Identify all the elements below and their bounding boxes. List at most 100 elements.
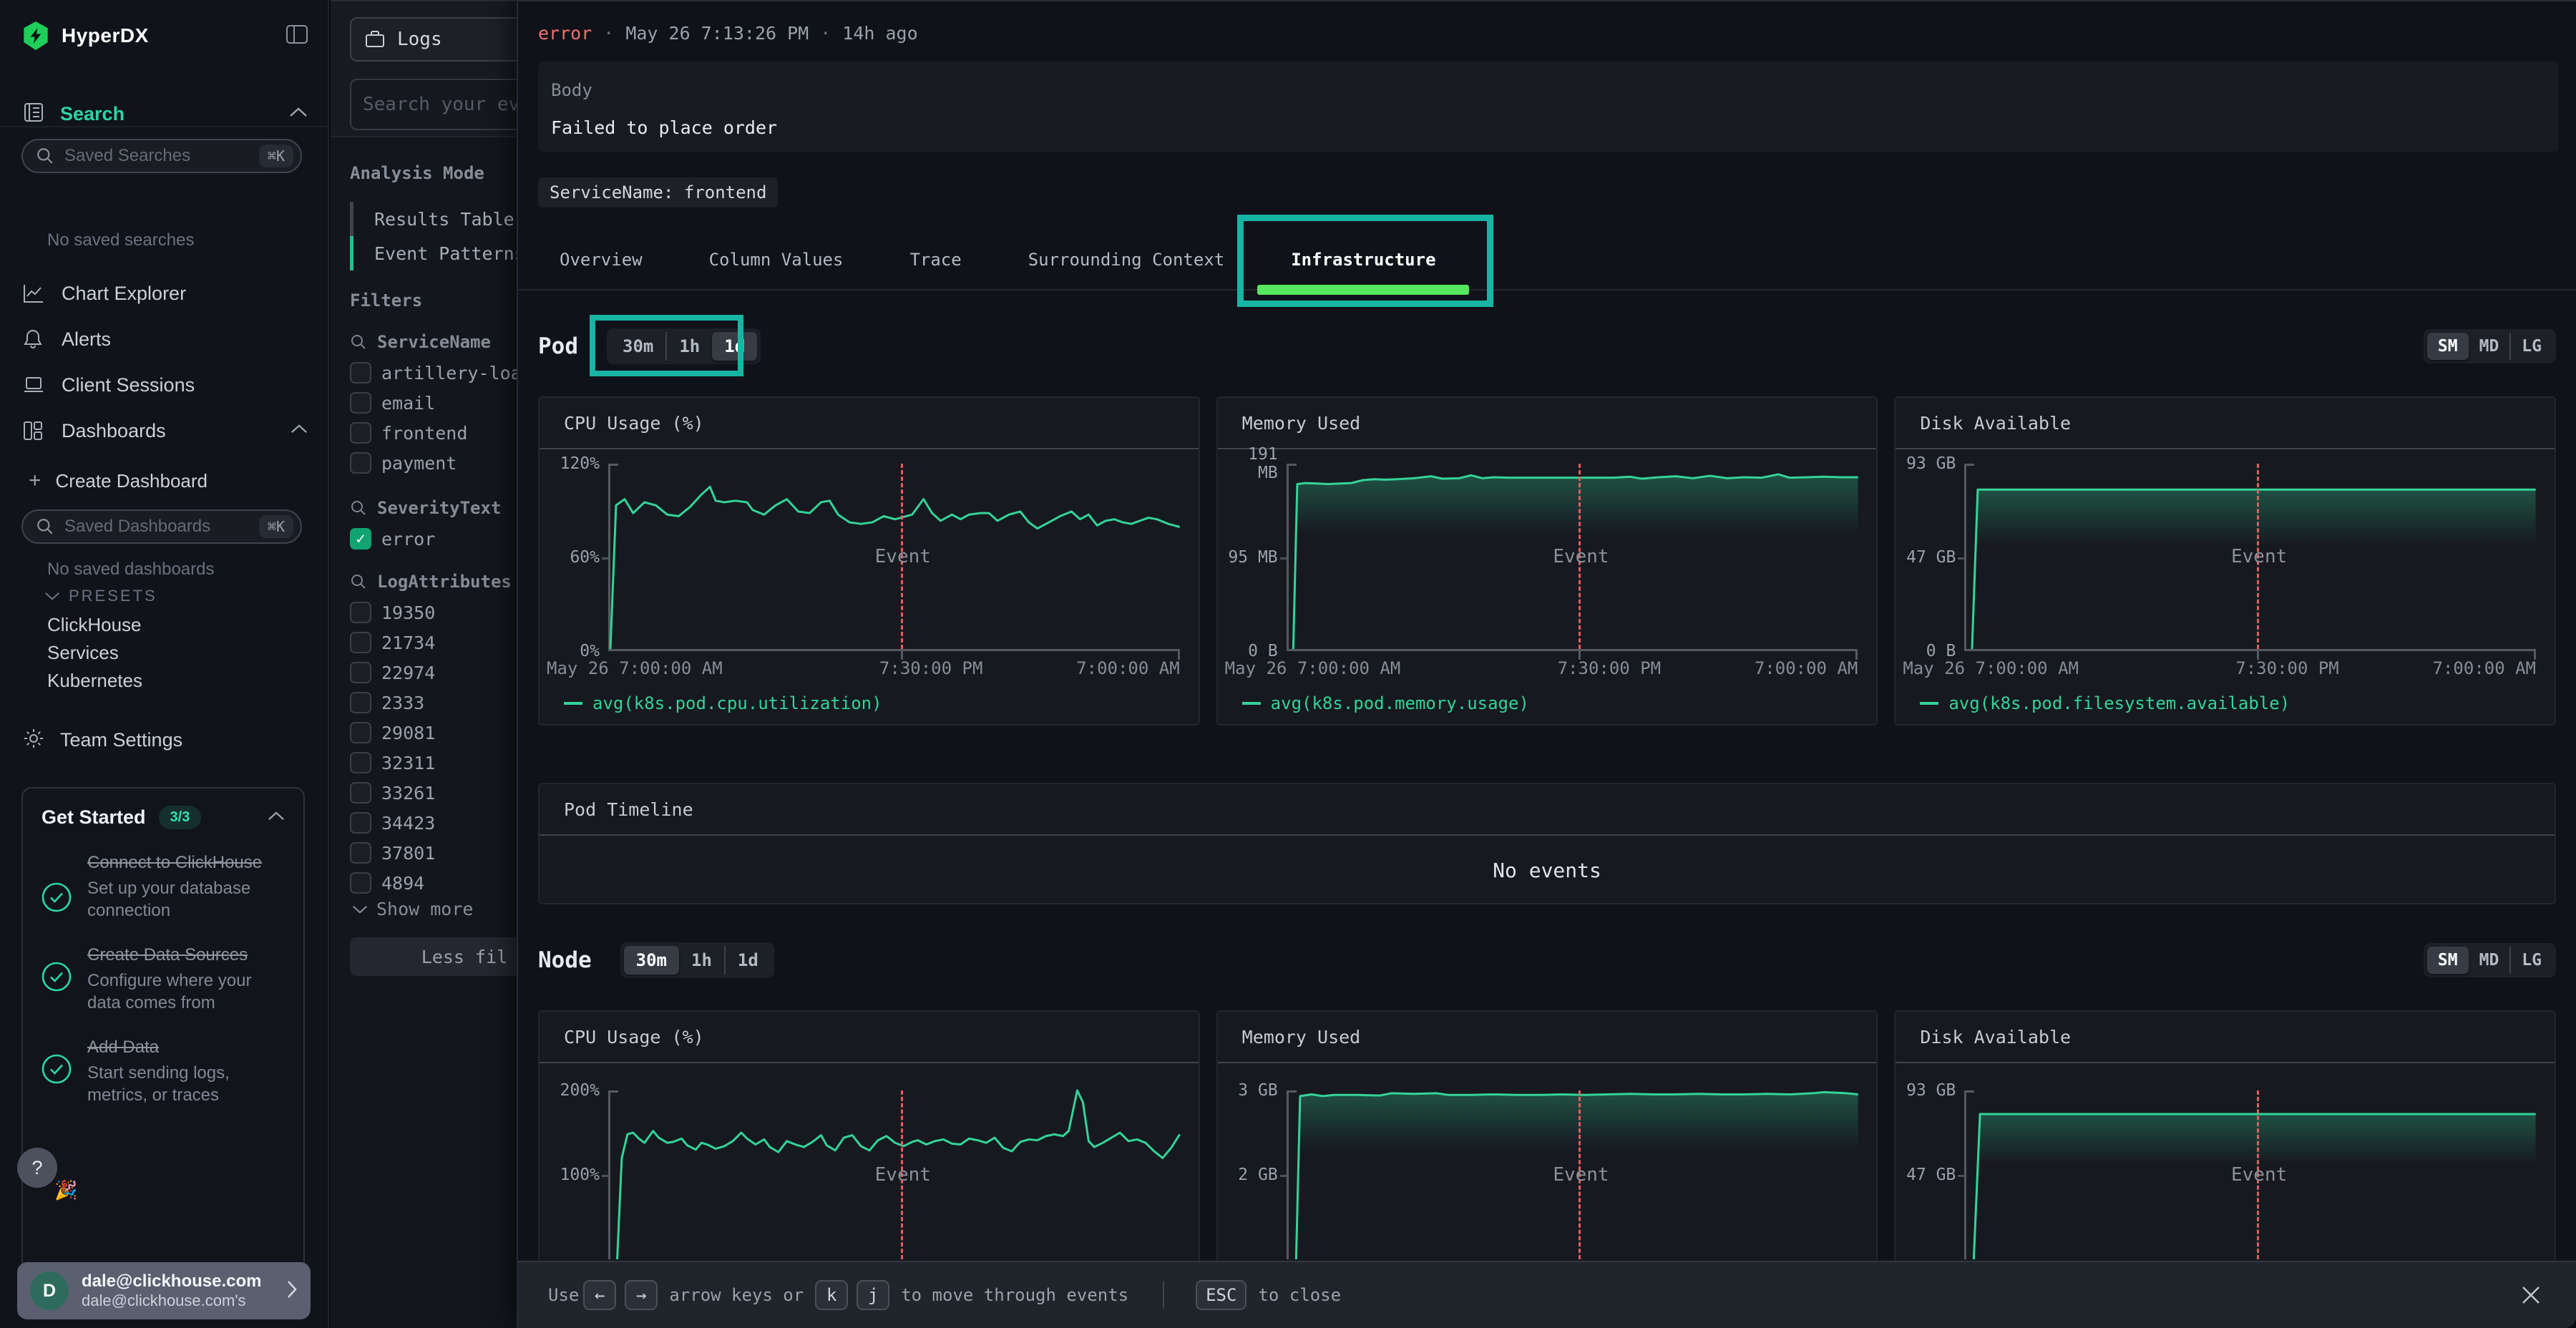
tab-infrastructure[interactable]: Infrastructure — [1291, 230, 1435, 289]
preset-services[interactable]: Services — [47, 639, 142, 667]
range-1d[interactable]: 1d — [712, 332, 757, 361]
chart-plot[interactable]: Event — [1287, 1090, 1858, 1259]
event-relative-time: 14h ago — [842, 23, 917, 44]
size-lg[interactable]: LG — [2509, 947, 2552, 974]
event-marker-line: Event — [1579, 464, 1581, 649]
chart-plot[interactable]: Event — [608, 464, 1180, 651]
checklist-item-desc: Set up your database connection — [87, 877, 268, 922]
avatar: D — [30, 1271, 69, 1310]
source-selector-button[interactable]: Logs — [350, 17, 537, 62]
checkbox — [350, 812, 371, 834]
size-md[interactable]: MD — [2469, 333, 2510, 360]
checklist-item[interactable]: Connect to ClickHouse Set up your databa… — [42, 851, 285, 922]
user-profile-button[interactable]: D dale@clickhouse.com dale@clickhouse.co… — [17, 1262, 311, 1319]
range-1d[interactable]: 1d — [724, 946, 771, 975]
chart-plot[interactable]: Event — [1964, 1090, 2536, 1259]
y-axis-labels: 93 GB47 GB — [1896, 1090, 1964, 1259]
shortcut-badge: ⌘K — [259, 145, 293, 167]
chart-title: Memory Used — [1242, 1027, 1361, 1048]
saved-searches-placeholder: Saved Searches — [64, 146, 259, 166]
checkbox — [350, 872, 371, 894]
chevron-down-icon — [44, 592, 60, 600]
checklist-item-title: Connect to ClickHouse — [87, 851, 268, 874]
sidebar-item-team-settings[interactable]: Team Settings — [23, 721, 182, 758]
close-icon[interactable] — [2520, 1284, 2542, 1306]
tab-overview[interactable]: Overview — [560, 230, 643, 289]
range-1h[interactable]: 1h — [679, 946, 724, 975]
chevron-up-icon[interactable] — [268, 811, 285, 824]
event-marker-line: Event — [2257, 464, 2259, 649]
esc-key[interactable]: ESC — [1196, 1280, 1246, 1310]
pod-section-header: Pod 30m 1h 1d SM MD LG — [518, 316, 2576, 376]
check-circle-icon — [42, 1054, 72, 1084]
saved-searches-input[interactable]: Saved Searches ⌘K — [21, 139, 302, 173]
size-lg[interactable]: LG — [2509, 333, 2552, 360]
checkbox — [350, 662, 371, 683]
pod-size-control: SM MD LG — [2424, 329, 2556, 363]
mode-results-table[interactable]: Results Table — [350, 202, 525, 236]
get-started-title: Get Started — [42, 806, 146, 829]
sidebar-item-alerts[interactable]: Alerts — [23, 316, 308, 362]
y-axis-labels: 93 GB47 GB0 B — [1896, 464, 1964, 651]
right-arrow-key[interactable]: → — [625, 1280, 658, 1310]
chart-legend: avg(k8s.pod.filesystem.available) — [1920, 693, 2555, 714]
filter-group-servicename[interactable]: ServiceName — [350, 332, 491, 352]
chart-plot[interactable]: Event — [1964, 464, 2536, 651]
node-memory-chart-card: Memory Used 3 GB2 GB Event — [1216, 1010, 1878, 1269]
chart-plot[interactable]: Event — [1287, 464, 1858, 651]
filter-group-severitytext[interactable]: SeverityText — [350, 498, 501, 518]
filter-group-logattributes[interactable]: LogAttributes — [350, 572, 512, 592]
size-sm[interactable]: SM — [2427, 333, 2469, 360]
x-axis-labels: May 26 7:00:00 AM7:30:00 PM7:00:00 AM — [1225, 658, 1858, 680]
range-30m[interactable]: 30m — [610, 332, 665, 361]
size-md[interactable]: MD — [2469, 947, 2510, 974]
sidebar-item-search[interactable]: Search — [23, 102, 308, 127]
tab-trace[interactable]: Trace — [909, 230, 961, 289]
j-key[interactable]: j — [857, 1280, 889, 1310]
mode-event-patterns[interactable]: Event Patterns — [350, 236, 525, 270]
event-search-input[interactable]: Search your ev — [350, 79, 537, 130]
gear-icon — [23, 728, 44, 753]
sidebar-item-dashboards[interactable]: Dashboards — [23, 408, 308, 454]
search-icon — [350, 573, 367, 590]
show-more-button[interactable]: Show more — [352, 899, 473, 919]
create-dashboard-button[interactable]: + Create Dashboard — [29, 464, 208, 498]
range-1h[interactable]: 1h — [665, 332, 712, 361]
size-sm[interactable]: SM — [2427, 947, 2469, 974]
sidebar-item-chart-explorer[interactable]: Chart Explorer — [23, 270, 308, 316]
left-arrow-key[interactable]: ← — [583, 1280, 616, 1310]
mode-indicator-track — [350, 202, 353, 270]
checklist-item-desc: Start sending logs, metrics, or traces — [87, 1062, 280, 1106]
checklist-item[interactable]: Create Data Sources Configure where your… — [42, 943, 285, 1014]
legend-line-swatch — [564, 702, 582, 705]
check-circle-icon — [42, 882, 72, 912]
checkbox — [350, 842, 371, 864]
event-search-placeholder: Search your ev — [363, 94, 519, 115]
sidebar-item-client-sessions[interactable]: Client Sessions — [23, 362, 308, 408]
chart-title: Disk Available — [1920, 413, 2071, 434]
no-saved-dashboards-text: No saved dashboards — [47, 560, 214, 580]
analysis-mode-options: Results Table Event Patterns — [350, 202, 525, 270]
tab-column-values[interactable]: Column Values — [709, 230, 844, 289]
servicename-tag[interactable]: ServiceName: frontend — [538, 177, 778, 208]
collapse-sidebar-icon[interactable] — [286, 25, 308, 47]
checklist-item[interactable]: Add Data Start sending logs, metrics, or… — [42, 1035, 285, 1106]
k-key[interactable]: k — [815, 1280, 848, 1310]
preset-kubernetes[interactable]: Kubernetes — [47, 667, 142, 695]
help-button[interactable]: ? — [17, 1148, 57, 1188]
checklist-item-title: Create Data Sources — [87, 943, 285, 967]
checklist-item-desc: Configure where your data comes from — [87, 970, 285, 1014]
node-size-control: SM MD LG — [2424, 943, 2556, 977]
checkbox — [350, 752, 371, 773]
chart-plot[interactable]: Event — [608, 1090, 1180, 1259]
severity-level: error — [538, 23, 592, 44]
preset-clickhouse[interactable]: ClickHouse — [47, 611, 142, 639]
range-30m[interactable]: 30m — [624, 946, 679, 975]
search-icon — [36, 517, 54, 536]
saved-dashboards-input[interactable]: Saved Dashboards ⌘K — [21, 509, 302, 544]
node-disk-chart-card: Disk Available 93 GB47 GB Event — [1894, 1010, 2556, 1269]
presets-toggle[interactable]: PRESETS — [44, 587, 157, 605]
tab-surrounding-context[interactable]: Surrounding Context — [1028, 230, 1225, 289]
source-selector-label: Logs — [397, 29, 442, 50]
x-axis-labels: May 26 7:00:00 AM7:30:00 PM7:00:00 AM — [547, 658, 1180, 680]
